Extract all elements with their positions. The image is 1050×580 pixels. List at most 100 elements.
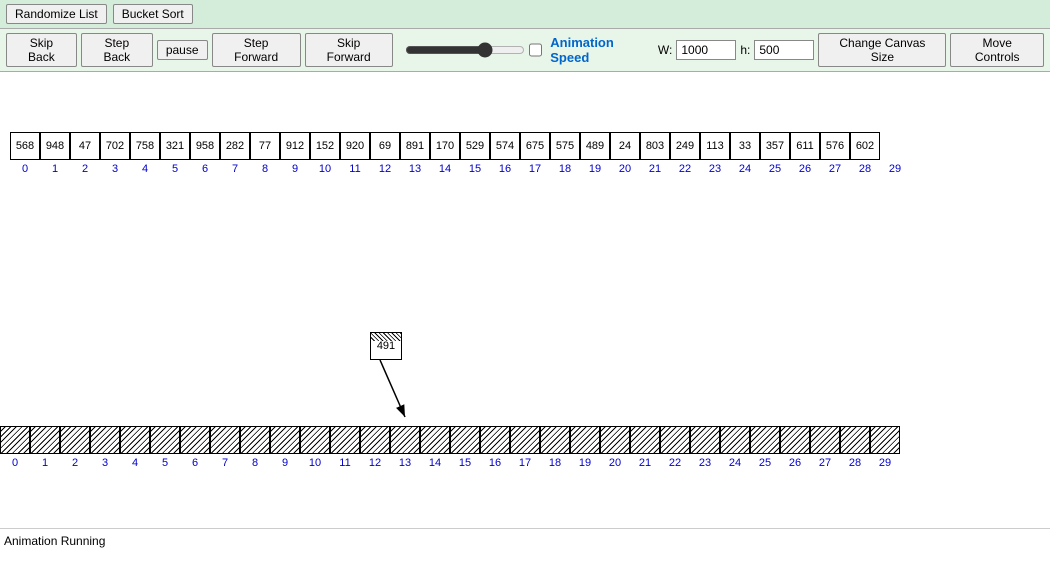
index-cell: 18 xyxy=(550,160,580,178)
bucket-cell xyxy=(630,426,660,454)
index-cell: 8 xyxy=(250,160,280,178)
index-cell: 24 xyxy=(730,160,760,178)
array-table: 5689484770275832195828277912152920698911… xyxy=(0,132,910,178)
index-cell: 29 xyxy=(880,160,910,178)
change-canvas-button[interactable]: Change Canvas Size xyxy=(818,33,946,67)
array-cell: 702 xyxy=(100,132,130,160)
bucket-index-cell: 11 xyxy=(330,454,360,472)
index-cell: 12 xyxy=(370,160,400,178)
index-cell: 13 xyxy=(400,160,430,178)
move-controls-button[interactable]: Move Controls xyxy=(950,33,1044,67)
array-cell: 574 xyxy=(490,132,520,160)
array-cell: 948 xyxy=(40,132,70,160)
bucket-index-cell: 20 xyxy=(600,454,630,472)
bucket-cell xyxy=(180,426,210,454)
bucket-cell xyxy=(750,426,780,454)
step-back-button[interactable]: Step Back xyxy=(81,33,153,67)
status-text: Animation Running xyxy=(4,534,105,548)
array-cell: 249 xyxy=(670,132,700,160)
height-input[interactable] xyxy=(754,40,814,60)
bucket-index-cell: 12 xyxy=(360,454,390,472)
bucket-cell xyxy=(660,426,690,454)
bucket-cell xyxy=(210,426,240,454)
bucket-index-cell: 22 xyxy=(660,454,690,472)
bucket-cell xyxy=(480,426,510,454)
bucket-index-cell: 7 xyxy=(210,454,240,472)
bucket-index-cell: 2 xyxy=(60,454,90,472)
array-cell: 758 xyxy=(130,132,160,160)
skip-forward-button[interactable]: Skip Forward xyxy=(305,33,393,67)
index-cell: 9 xyxy=(280,160,310,178)
bucket-cell xyxy=(390,426,420,454)
array-cell: 958 xyxy=(190,132,220,160)
index-cell: 14 xyxy=(430,160,460,178)
bucket-sort-button[interactable]: Bucket Sort xyxy=(113,4,193,24)
array-cell: 575 xyxy=(550,132,580,160)
speed-slider[interactable] xyxy=(405,42,525,58)
bucket-cell xyxy=(510,426,540,454)
index-cell: 0 xyxy=(10,160,40,178)
step-forward-button[interactable]: Step Forward xyxy=(212,33,301,67)
array-cell: 77 xyxy=(250,132,280,160)
bucket-index-cell: 16 xyxy=(480,454,510,472)
skip-back-button[interactable]: Skip Back xyxy=(6,33,77,67)
index-cell: 11 xyxy=(340,160,370,178)
bucket-index-cell: 10 xyxy=(300,454,330,472)
bucket-index-cell: 23 xyxy=(690,454,720,472)
array-cell: 282 xyxy=(220,132,250,160)
index-cell: 4 xyxy=(130,160,160,178)
array-cell: 611 xyxy=(790,132,820,160)
bucket-index-cell: 25 xyxy=(750,454,780,472)
bucket-cell xyxy=(780,426,810,454)
bucket-cell xyxy=(420,426,450,454)
array-cell: 920 xyxy=(340,132,370,160)
speed-checkbox[interactable] xyxy=(529,43,543,57)
speed-label: Animation Speed xyxy=(550,35,654,65)
bucket-cell xyxy=(840,426,870,454)
bucket-cell xyxy=(720,426,750,454)
index-cell: 20 xyxy=(610,160,640,178)
canvas-size-inputs: W: h: Change Canvas Size Move Controls xyxy=(658,33,1044,67)
controls-bar: Skip Back Step Back pause Step Forward S… xyxy=(0,29,1050,72)
pause-button[interactable]: pause xyxy=(157,40,208,60)
bucket-cell xyxy=(540,426,570,454)
bucket-index-cell: 17 xyxy=(510,454,540,472)
bucket-indices-row: 0123456789101112131415161718192021222324… xyxy=(0,454,900,472)
bucket-cell xyxy=(450,426,480,454)
index-cell: 28 xyxy=(850,160,880,178)
bucket-index-cell: 13 xyxy=(390,454,420,472)
array-cell: 321 xyxy=(160,132,190,160)
bucket-index-cell: 9 xyxy=(270,454,300,472)
float-box: 491 xyxy=(370,332,402,360)
width-label: W: xyxy=(658,43,672,57)
index-cell: 23 xyxy=(700,160,730,178)
array-cell: 602 xyxy=(850,132,880,160)
bucket-cell xyxy=(60,426,90,454)
bucket-cell xyxy=(690,426,720,454)
bucket-cell xyxy=(120,426,150,454)
status-bar: Animation Running xyxy=(0,528,1050,552)
bucket-index-cell: 1 xyxy=(30,454,60,472)
width-input[interactable] xyxy=(676,40,736,60)
array-cell: 24 xyxy=(610,132,640,160)
index-cell: 16 xyxy=(490,160,520,178)
randomize-list-button[interactable]: Randomize List xyxy=(6,4,107,24)
index-cell: 10 xyxy=(310,160,340,178)
bucket-index-cell: 19 xyxy=(570,454,600,472)
array-values-row: 5689484770275832195828277912152920698911… xyxy=(0,132,910,160)
top-bar: Randomize List Bucket Sort xyxy=(0,0,1050,29)
bucket-index-cell: 6 xyxy=(180,454,210,472)
bucket-index-cell: 27 xyxy=(810,454,840,472)
index-cell: 1 xyxy=(40,160,70,178)
bucket-cell xyxy=(300,426,330,454)
bucket-index-cell: 18 xyxy=(540,454,570,472)
index-cell: 21 xyxy=(640,160,670,178)
index-cell: 6 xyxy=(190,160,220,178)
bucket-cell xyxy=(150,426,180,454)
bucket-cell xyxy=(600,426,630,454)
index-cell: 5 xyxy=(160,160,190,178)
array-cell: 69 xyxy=(370,132,400,160)
bucket-index-cell: 0 xyxy=(0,454,30,472)
array-cell: 576 xyxy=(820,132,850,160)
bucket-index-cell: 8 xyxy=(240,454,270,472)
